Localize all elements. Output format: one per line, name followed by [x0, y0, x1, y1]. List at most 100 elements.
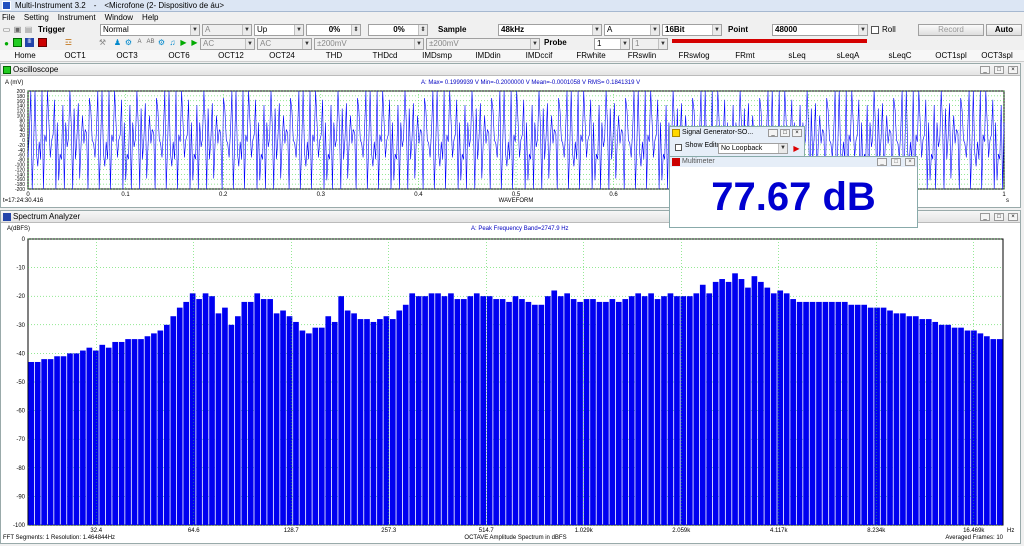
- tab-thdcd[interactable]: THDcd: [360, 50, 410, 62]
- spectrum-bar: [809, 301, 816, 525]
- bus-icon[interactable]: ⚙: [124, 38, 133, 47]
- multimeter-icon[interactable]: [38, 38, 47, 47]
- range-a-select[interactable]: ±200mV ▼: [314, 38, 424, 50]
- menu-file[interactable]: File: [2, 13, 15, 22]
- tab-oct12[interactable]: OCT12: [206, 50, 256, 62]
- tab-sleqc[interactable]: sLeqC: [875, 50, 925, 62]
- spectrum-bar: [241, 301, 248, 525]
- trigger-channel-select[interactable]: A ▼: [202, 24, 252, 36]
- tab-oct3spl[interactable]: OCT3spl: [972, 50, 1022, 62]
- loopback-select[interactable]: No Loopback ▼: [718, 143, 788, 154]
- channel-value: A: [607, 25, 613, 34]
- tab-imdccif[interactable]: IMDccif: [514, 50, 564, 62]
- show-editor-checkbox[interactable]: [675, 144, 682, 151]
- multimeter-header[interactable]: Multimeter _ □ ×: [670, 157, 917, 167]
- spectrum-bar: [628, 296, 635, 525]
- auto-button[interactable]: Auto: [986, 24, 1022, 36]
- new-file-icon[interactable]: ▭: [2, 25, 11, 34]
- minimize-icon[interactable]: _: [980, 213, 990, 221]
- tab-oct24[interactable]: OCT24: [257, 50, 307, 62]
- record-button[interactable]: Record: [918, 24, 984, 36]
- menu-setting[interactable]: Setting: [24, 13, 49, 22]
- tab-frswlog[interactable]: FRswlog: [669, 50, 719, 62]
- speaker-icon[interactable]: ♫: [168, 38, 177, 47]
- spectrum-bar: [751, 276, 758, 525]
- minimize-icon[interactable]: _: [877, 158, 887, 166]
- spectrum-bar: [99, 344, 106, 525]
- spectrum-bar: [816, 301, 822, 525]
- spin-arrows-icon: ⇕: [351, 25, 360, 35]
- menu-window[interactable]: Window: [105, 13, 133, 22]
- tab-frwhite[interactable]: FRwhite: [566, 50, 616, 62]
- generator-level-bar: [672, 39, 867, 43]
- tab-home[interactable]: Home: [0, 50, 50, 62]
- probe-b-select[interactable]: 1 ▼: [632, 38, 668, 50]
- trigger-mode-select[interactable]: Normal ▼: [100, 24, 200, 36]
- user-icon[interactable]: ♟: [113, 38, 122, 47]
- channel-select[interactable]: A ▼: [604, 24, 660, 36]
- timestamp-label: t=17:24:30.416: [3, 198, 44, 204]
- spectrum-bar: [590, 299, 596, 525]
- tab-imddin[interactable]: IMDdin: [463, 50, 513, 62]
- math-ab-icon[interactable]: AB: [146, 38, 155, 47]
- tab-sleqa[interactable]: sLeqA: [823, 50, 873, 62]
- oscilloscope-header[interactable]: Oscilloscope _ □ ×: [1, 64, 1020, 76]
- spectrum-bar: [92, 350, 99, 525]
- math-a-icon[interactable]: A: [135, 38, 144, 47]
- tab-oct1spl[interactable]: OCT1spl: [926, 50, 976, 62]
- x-tick-label: 257.3: [381, 528, 397, 534]
- play-all-icon[interactable]: ▶: [190, 38, 199, 47]
- generator-icon[interactable]: ☲: [64, 38, 73, 47]
- trigger-level-stepper[interactable]: 0% ⇕: [306, 24, 361, 36]
- tab-frmt[interactable]: FRmt: [720, 50, 770, 62]
- maximize-icon[interactable]: □: [994, 213, 1004, 221]
- signal-generator-header[interactable]: Signal Generator-SO... _ □ ×: [670, 127, 804, 139]
- range-b-select[interactable]: ±200mV ▼: [426, 38, 540, 50]
- trigger-edge-select[interactable]: Up ▼: [254, 24, 304, 36]
- spectrum-bar: [486, 296, 493, 525]
- close-icon[interactable]: ×: [905, 158, 915, 166]
- point-label: Point: [728, 25, 748, 34]
- spectrum-plot[interactable]: 0 -10 -20 -30 -40 -50 -60 -70 -80 -90 -100 32.4 64.6…: [1, 231, 1020, 543]
- save-icon[interactable]: ▣: [13, 25, 22, 34]
- close-icon[interactable]: ×: [1008, 213, 1018, 221]
- spectrum-bar: [770, 293, 777, 525]
- bit-depth-select[interactable]: 16Bit ▼: [662, 24, 722, 36]
- coupling-b-select[interactable]: AC ▼: [257, 38, 312, 50]
- tab-oct3[interactable]: OCT3: [102, 50, 152, 62]
- generate-play-icon[interactable]: ▶: [791, 143, 802, 154]
- close-icon[interactable]: ×: [1008, 66, 1018, 74]
- points-select[interactable]: 48000 ▼: [772, 24, 868, 36]
- settings-icon[interactable]: ⚙: [157, 38, 166, 47]
- tab-thd[interactable]: THD: [309, 50, 359, 62]
- tools-icon[interactable]: ⚒: [98, 38, 107, 47]
- spectrum-bar: [841, 301, 848, 525]
- maximize-icon[interactable]: □: [994, 66, 1004, 74]
- coupling-a-select[interactable]: AC ▼: [200, 38, 255, 50]
- menu-instrument[interactable]: Instrument: [58, 13, 96, 22]
- minimize-icon[interactable]: _: [980, 66, 990, 74]
- restore-icon[interactable]: □: [780, 129, 790, 137]
- probe-a-select[interactable]: 1 ▼: [594, 38, 630, 50]
- tab-imdsmp[interactable]: IMDsmp: [412, 50, 462, 62]
- run-icon[interactable]: ●: [2, 39, 11, 48]
- menu-help[interactable]: Help: [142, 13, 158, 22]
- play-icon[interactable]: ▶: [179, 38, 188, 47]
- spectrum-bar: [480, 296, 487, 525]
- spectrum-icon[interactable]: lli: [25, 38, 34, 47]
- print-icon[interactable]: ▤: [24, 25, 33, 34]
- minimize-icon[interactable]: _: [768, 129, 778, 137]
- tab-oct6[interactable]: OCT6: [154, 50, 204, 62]
- tab-sleq[interactable]: sLeq: [772, 50, 822, 62]
- tab-oct1[interactable]: OCT1: [50, 50, 100, 62]
- spectrum-bar: [880, 307, 887, 525]
- sample-rate-select[interactable]: 48kHz ▼: [498, 24, 602, 36]
- spectrum-bar: [996, 339, 1003, 525]
- restore-icon[interactable]: □: [891, 158, 901, 166]
- close-icon[interactable]: ×: [792, 129, 802, 137]
- oscilloscope-icon[interactable]: [13, 38, 22, 47]
- tab-frswlin[interactable]: FRswlin: [617, 50, 667, 62]
- roll-checkbox[interactable]: [871, 26, 879, 34]
- pre-trigger-stepper[interactable]: 0% ⇕: [368, 24, 428, 36]
- spectrum-bar: [383, 316, 390, 525]
